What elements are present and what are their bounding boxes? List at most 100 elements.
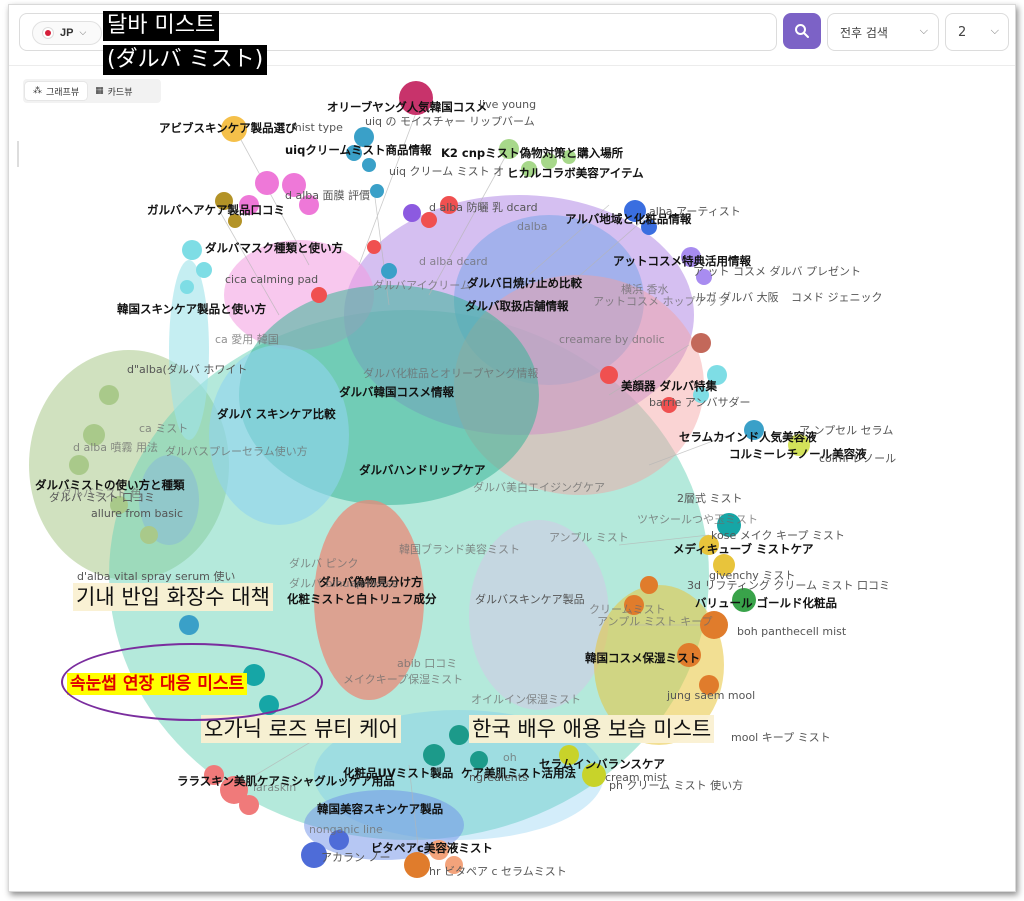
chevron-down-icon: ⌵ — [919, 24, 928, 37]
search-icon — [795, 24, 809, 38]
graph-label[interactable]: アンプル ミスト キープ — [597, 613, 713, 629]
graph-label[interactable]: colmi レノール — [819, 450, 896, 466]
graph-label[interactable]: 韓国ブランド美容ミスト — [399, 541, 520, 557]
graph-label[interactable]: ダルバ bihuapinkoss — [289, 575, 397, 591]
graph-label[interactable]: ダルバ韓国コスメ情報 — [339, 384, 454, 400]
graph-label[interactable]: alba アーティスト — [649, 203, 741, 219]
graph-label[interactable]: アカラン ノー — [321, 849, 391, 865]
graph-label[interactable]: 化粧ミストと白トリュフ成分 — [287, 591, 437, 607]
graph-label[interactable]: ダルバハンドリップケア — [359, 462, 486, 478]
graph-label[interactable]: d'alba vital spray serum 使い — [77, 568, 235, 584]
graph-label[interactable]: ヒカルコラボ美容アイテム — [507, 165, 644, 181]
graph-label[interactable]: ダルバマスク種類と使い方 — [205, 240, 343, 256]
graph-label[interactable]: mool キープ ミスト — [731, 729, 831, 745]
graph-label[interactable]: ア ット コスメ ダルバ プレゼント — [693, 263, 861, 279]
graph-label[interactable]: cica calming pad — [225, 273, 318, 286]
graph-label[interactable]: ツヤシールつや玉ミスト — [637, 511, 758, 527]
graph-label[interactable]: ダルバアイクリーム — [373, 277, 471, 293]
japan-flag-icon — [42, 27, 54, 39]
graph-label[interactable]: mist type — [291, 121, 343, 134]
graph-label[interactable]: 美顔器 ダルバ特集 — [621, 378, 717, 394]
graph-label[interactable]: 韓国コスメ保湿ミスト — [585, 650, 700, 666]
graph-label[interactable]: 韓国スキンケア製品と使い方 — [117, 301, 266, 317]
keyword-node — [311, 287, 327, 303]
search-button[interactable] — [783, 13, 821, 49]
graph-label[interactable]: オイルイン保湿ミスト — [471, 691, 581, 707]
keyword-node — [99, 385, 119, 405]
graph-label[interactable]: ngredients — [469, 771, 528, 784]
graph-label[interactable]: アビブスキンケア製品選び — [159, 120, 297, 136]
graph-label[interactable]: ダルバ日焼け止め比較 — [467, 275, 582, 291]
graph-label[interactable]: ダルバ美白エイジングケア — [473, 479, 605, 495]
graph-label[interactable]: 2層式 ミスト — [677, 490, 743, 506]
app-window: JP ⌵ 전후 검색 ⌵ 2 ⌵ 달바 미스트 (ダルバ ミスト) ⁂ 그래프뷰… — [8, 4, 1016, 892]
graph-label[interactable]: ダルバミスト 色 — [61, 485, 142, 501]
graph-label[interactable]: メイクキープ保湿ミスト — [343, 671, 463, 687]
graph-label[interactable]: creamare by dnolic — [559, 333, 665, 346]
graph-label[interactable]: ダルバ取扱店舗情報 — [465, 298, 569, 314]
graph-label[interactable]: hr ビタペア c セラムミスト — [429, 863, 567, 879]
graph-label[interactable]: メディキューブ ミストケア — [673, 541, 814, 557]
graph-label[interactable]: d alba 面膜 評價 — [285, 187, 370, 203]
country-code: JP — [60, 27, 74, 39]
graph-label[interactable]: 韓国美容スキンケア製品 — [317, 801, 443, 817]
keyword-node — [449, 725, 469, 745]
depth-count-select[interactable]: 2 ⌵ — [945, 13, 1009, 51]
keyword-node — [600, 366, 618, 384]
cluster-title-label[interactable]: 기내 반입 화장수 대책 — [73, 583, 273, 611]
graph-label[interactable]: d alba 防曬 乳 dcard — [429, 199, 538, 215]
keyword-node — [362, 158, 376, 172]
graph-label[interactable]: アットコスメ ホップアップ — [593, 293, 729, 309]
keyword-node — [640, 576, 658, 594]
graph-label[interactable]: ガルバヘアケア製品口コミ — [147, 202, 285, 218]
graph-label[interactable]: ダルバスキンケア製品 — [475, 591, 585, 607]
keyword-node — [239, 795, 259, 815]
graph-label[interactable]: 3d リフティング クリーム ミスト 口コミ — [687, 577, 890, 593]
keyword-node — [180, 280, 194, 294]
highlight-circle-annotation — [61, 643, 323, 721]
keyword-network-graph[interactable]: オリーブヤング人気韓国コスメ アビブスキンケア製品選び uiqクリームミスト商品… — [9, 65, 1015, 891]
graph-label[interactable]: uiq の モイスチャー リップバーム — [365, 113, 535, 129]
chevron-down-icon: ⌵ — [990, 24, 999, 37]
query-title-line1: 달바 미스트 — [103, 11, 220, 41]
graph-label[interactable]: ca 愛用 韓国 — [215, 331, 279, 347]
graph-label[interactable]: d"alba(ダルバ ホワイト — [127, 361, 247, 377]
graph-label[interactable]: barrie アンバサダー — [649, 394, 750, 410]
graph-label[interactable]: laraskin — [253, 781, 296, 794]
graph-label[interactable]: コメド ジェニック — [791, 289, 883, 305]
keyword-node — [367, 240, 381, 254]
chevron-down-icon: ⌵ — [79, 28, 87, 38]
country-select[interactable]: JP ⌵ — [32, 21, 102, 45]
graph-label[interactable]: oh — [503, 751, 517, 764]
graph-label[interactable]: バリュール ゴールド化粧品 — [695, 595, 837, 611]
graph-label[interactable]: アンプル ミスト — [549, 529, 629, 545]
keyword-node — [255, 171, 279, 195]
graph-label[interactable]: allure from basic — [91, 507, 183, 520]
keyword-node — [140, 526, 158, 544]
graph-label[interactable]: ダルバ スキンケア比較 — [217, 406, 336, 422]
graph-label[interactable]: 化粧品UVミスト製品 — [343, 765, 453, 781]
graph-label[interactable]: ca ミスト — [139, 420, 188, 436]
graph-label[interactable]: boh panthecell mist — [737, 625, 846, 638]
graph-label[interactable]: jung saem mool — [667, 689, 755, 702]
graph-label[interactable]: d alba 噴霧 用法 — [73, 439, 158, 455]
graph-label[interactable]: dalba — [517, 220, 548, 233]
graph-label[interactable]: uiq クリーム ミスト オ — [389, 163, 504, 179]
graph-label[interactable]: ダルバ ピンク — [289, 555, 359, 571]
graph-label[interactable]: kose メイク キープ ミスト — [711, 527, 845, 543]
cluster-title-label[interactable]: 한국 배우 애용 보습 미스트 — [469, 715, 715, 743]
graph-label[interactable]: abib 口コミ — [397, 655, 457, 671]
graph-label[interactable]: ダルバ化粧品とオリーブヤング情報 — [363, 365, 538, 381]
graph-label[interactable]: ダルバスプレーセラム使い方 — [165, 443, 308, 459]
graph-label[interactable]: ph クリーム ミスト 使い方 — [609, 777, 743, 793]
graph-label[interactable]: セラムカインド人気美容液 — [679, 429, 817, 445]
keyword-node — [69, 455, 89, 475]
keyword-node — [403, 204, 421, 222]
graph-label[interactable]: ア ンプセル セラム — [799, 422, 893, 438]
graph-label[interactable]: live young — [479, 98, 536, 111]
search-period-select[interactable]: 전후 검색 ⌵ — [827, 13, 939, 51]
graph-label[interactable]: K2 cnpミスト偽物対策と購入場所 — [441, 145, 623, 161]
graph-label[interactable]: uiqクリームミスト商品情報 — [285, 142, 432, 158]
graph-label[interactable]: nonganic line — [309, 823, 383, 836]
graph-label[interactable]: d alba dcard — [419, 255, 488, 268]
